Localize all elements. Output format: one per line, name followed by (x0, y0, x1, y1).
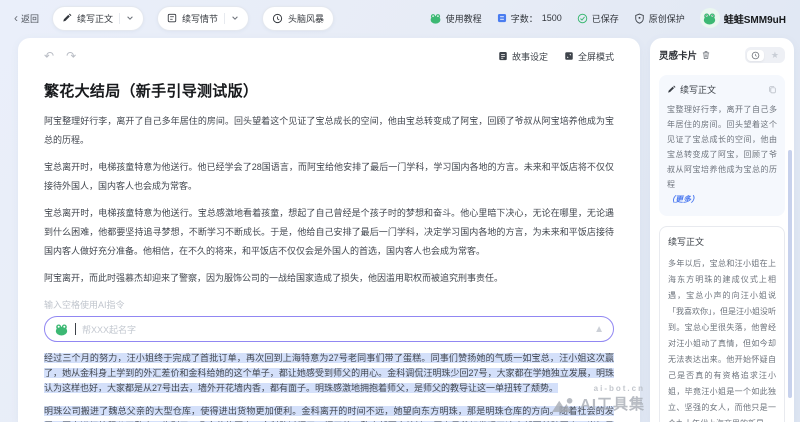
ai-command-hint: 输入空格使用AI指令 (44, 298, 614, 311)
fullscreen-label: 全屏模式 (578, 50, 614, 63)
continue-writing-button[interactable]: 续写正文 (52, 6, 144, 31)
back-button[interactable]: ‹ 返回 (14, 12, 39, 25)
more-link[interactable]: （更多） (667, 195, 699, 204)
brainstorm-button[interactable]: 头脑风暴 (262, 6, 334, 31)
story-paragraph-selected[interactable]: 经过三个月的努力，汪小姐终于完成了首批订单，再次回到上海特意为27号老同事们带了… (44, 351, 614, 396)
redo-icon[interactable]: ↷ (66, 50, 76, 62)
story-settings-icon (498, 51, 508, 61)
chevron-left-icon: ‹ (14, 14, 18, 23)
card-label: 续写正文 (668, 235, 776, 248)
topbar-right: 使用教程 字数： 1500 已保存 原创保护 蛙蛙SMM9uH (429, 8, 786, 28)
story-paragraph[interactable]: 宝总离开时，电梯孩童特意为他送行。宝总感激地看着孩童，想起了自己曾经是个孩子时的… (44, 204, 614, 261)
card-label: 续写正文 (680, 83, 716, 96)
story-paragraph-selected[interactable]: 明珠公司搬进了魏总父亲的大型仓库，使得进出货物更加便利。金科离开的时间不远，她望… (44, 404, 614, 422)
tutorial-label: 使用教程 (446, 12, 482, 25)
username: 蛙蛙SMM9uH (724, 11, 786, 26)
script-icon (167, 13, 177, 23)
tutorial-link[interactable]: 使用教程 (429, 12, 482, 25)
editor-card: ↶ ↷ 故事设定 全屏模式 繁花大结局（新手引导测试版） 阿宝整理好行李，离开了… (18, 38, 640, 422)
continue-plot-label: 续写情节 (182, 12, 218, 25)
word-count-icon (497, 13, 507, 23)
protection-label: 原创保护 (649, 12, 685, 25)
inspiration-sidebar: 灵感卡片 ★ 续写正文 宝整理好行李，离开了自己多年居住的房间。回头望着这个见证… (650, 38, 794, 422)
continue-writing-label: 续写正文 (77, 12, 113, 25)
send-icon[interactable]: ▲ (594, 324, 604, 335)
frog-icon (54, 322, 69, 337)
editor-toolbar: ↶ ↷ 故事设定 全屏模式 (44, 47, 614, 65)
fullscreen-icon (564, 51, 574, 61)
story-paragraph[interactable]: 阿宝整理好行李，离开了自己多年居住的房间。回头望着这个见证了宝总成长的空间，他由… (44, 112, 614, 150)
shield-icon (634, 13, 645, 24)
word-count-value: 1500 (542, 13, 562, 23)
ai-command-input[interactable]: 帮XXX起名字 ▲ (44, 316, 614, 342)
page-title: 繁花大结局（新手引导测试版） (44, 80, 614, 101)
story-settings-label: 故事设定 (512, 50, 548, 63)
brainstorm-label: 头脑风暴 (288, 12, 324, 25)
user-menu[interactable]: 蛙蛙SMM9uH (700, 8, 786, 28)
save-status: 已保存 (577, 12, 619, 25)
card-content: 宝整理好行李，离开了自己多年居住的房间。回头望着这个见证了宝总成长的空间，他由宝… (667, 105, 777, 189)
pen-icon (62, 13, 72, 23)
sidebar-scrollbar[interactable] (788, 150, 792, 398)
word-count: 字数： 1500 (497, 12, 562, 25)
brainstorm-icon (272, 13, 283, 24)
chevron-down-icon[interactable] (126, 14, 134, 22)
trash-icon[interactable] (701, 50, 711, 60)
avatar (700, 8, 720, 28)
story-paragraph[interactable]: 宝总离开时，电梯孩童特意为他送行。他已经学会了28国语言，而阿宝给他安排了最后一… (44, 158, 614, 196)
pen-icon (667, 85, 676, 94)
save-status-label: 已保存 (592, 12, 619, 25)
undo-icon[interactable]: ↶ (44, 50, 54, 62)
divider (119, 13, 120, 24)
story-paragraph[interactable]: 阿宝离开，而此时强慕杰却迎来了警察，因为服饰公司的一战给国家造成了损失，他因滥用… (44, 269, 614, 288)
copy-icon[interactable] (768, 85, 777, 94)
fullscreen-button[interactable]: 全屏模式 (564, 50, 614, 63)
topbar: ‹ 返回 续写正文 续写情节 头脑风暴 使用教程 字数： 1500 已保存 (0, 0, 800, 36)
back-label: 返回 (21, 12, 39, 25)
check-circle-icon (577, 13, 588, 24)
word-count-label: 字数： (511, 12, 538, 25)
ai-input-placeholder: 帮XXX起名字 (82, 323, 136, 336)
inspiration-card[interactable]: 续写正文 多年以后，宝总和汪小姐在上海东方明珠的建成仪式上相遇，宝总小声的向汪小… (659, 226, 785, 422)
card-paragraph: 多年以后，宝总和汪小姐在上海东方明珠的建成仪式上相遇，宝总小声的向汪小姐说「我喜… (668, 256, 776, 422)
copyright-protection[interactable]: 原创保护 (634, 12, 685, 25)
inspiration-card[interactable]: 续写正文 宝整理好行李，离开了自己多年居住的房间。回头望着这个见证了宝总成长的空… (659, 75, 785, 216)
divider (224, 13, 225, 24)
story-settings-button[interactable]: 故事设定 (498, 50, 548, 63)
star-icon[interactable]: ★ (767, 49, 783, 61)
sidebar-view-toggle: ★ (745, 47, 785, 63)
continue-plot-button[interactable]: 续写情节 (157, 6, 249, 31)
sidebar-title: 灵感卡片 (659, 48, 697, 62)
text-cursor (75, 323, 76, 335)
chevron-down-icon[interactable] (231, 14, 239, 22)
sidebar-header: 灵感卡片 ★ (659, 47, 785, 63)
history-toggle[interactable] (747, 50, 764, 61)
frog-icon (429, 12, 442, 25)
